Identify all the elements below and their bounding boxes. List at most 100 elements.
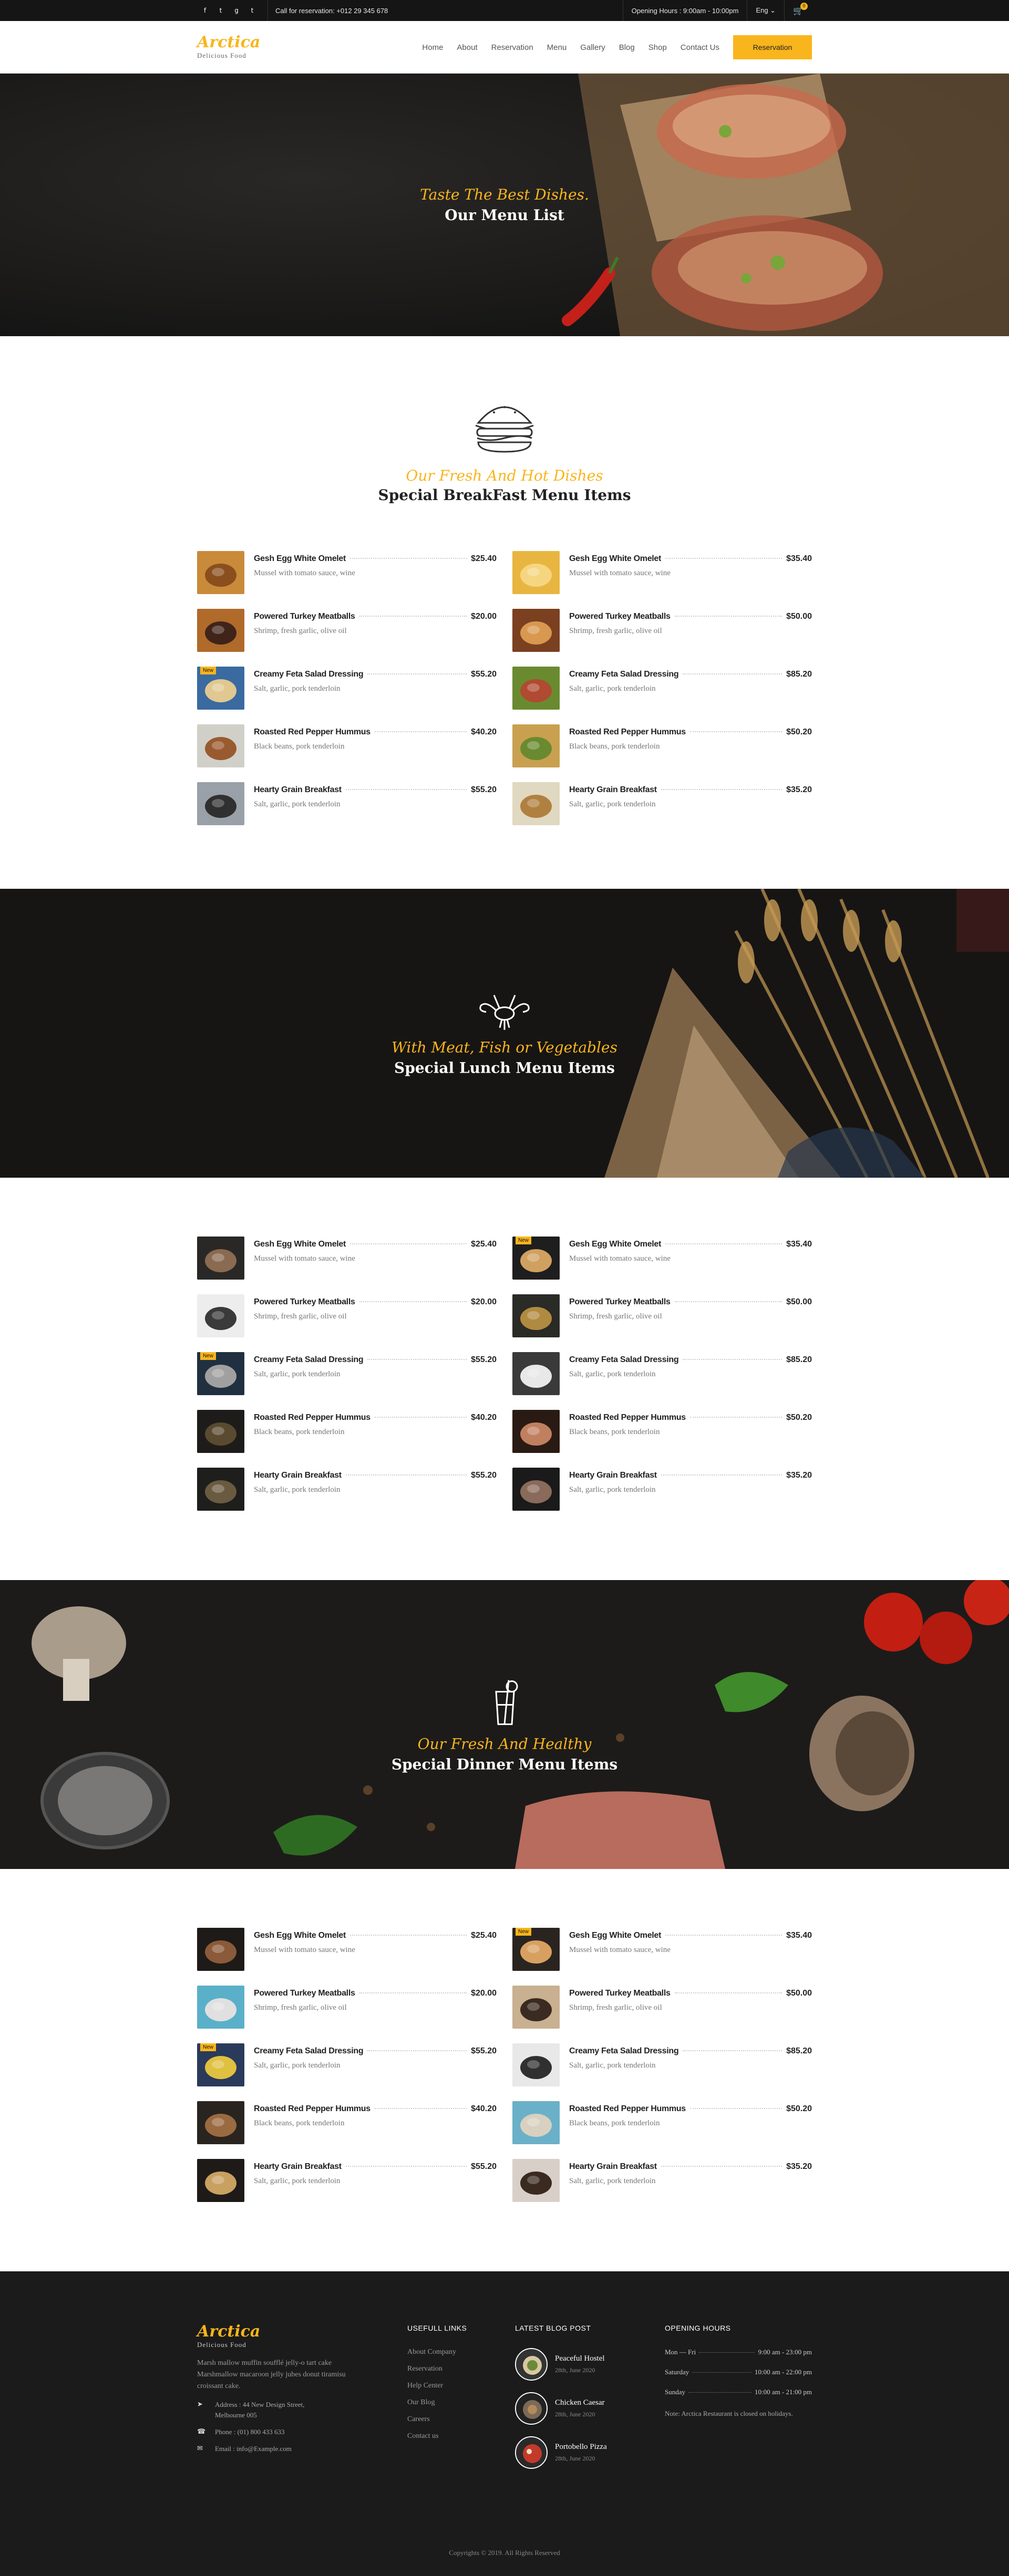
menu-item[interactable]: Roasted Red Pepper Hummus $40.20 Black bea… xyxy=(197,724,497,773)
social-links: f t g t xyxy=(197,0,260,21)
menu-item[interactable]: Hearty Grain Breakfast $55.20 Salt, garlic… xyxy=(197,1468,497,1516)
nav-home[interactable]: Home xyxy=(422,43,443,52)
leader-dots xyxy=(665,1243,783,1244)
menu-item[interactable]: Hearty Grain Breakfast $35.20 Salt, garlic… xyxy=(512,1468,812,1516)
footer-link-about[interactable]: About Company xyxy=(407,2348,515,2356)
menu-item-description: Black beans, pork tenderloin xyxy=(254,2119,345,2127)
menu-item[interactable]: New Gesh Egg White Omelet $35.40 Mussel wit… xyxy=(512,1928,812,1976)
menu-item[interactable]: Powered Turkey Meatballs $50.00 Shrimp, fr… xyxy=(512,609,812,657)
leader-dots xyxy=(359,616,467,617)
menu-item[interactable]: Powered Turkey Meatballs $50.00 Shrimp, fr… xyxy=(512,1294,812,1343)
closed-note: Note: Arctica Restaurant is closed on ho… xyxy=(665,2409,793,2417)
menu-item-price: $40.20 xyxy=(471,1413,497,1422)
menu-item[interactable]: Gesh Egg White Omelet $35.40 Mussel with t… xyxy=(512,551,812,599)
menu-item[interactable]: New Creamy Feta Salad Dressing $55.20 Salt,… xyxy=(197,2043,497,2092)
logo-tagline: Delicious Food xyxy=(197,51,246,59)
leader-dots xyxy=(661,1474,783,1476)
menu-item[interactable]: Roasted Red Pepper Hummus $50.20 Black bea… xyxy=(512,724,812,773)
menu-item-price: $50.00 xyxy=(786,612,812,621)
menu-item[interactable]: Powered Turkey Meatballs $20.00 Shrimp, fr… xyxy=(197,1986,497,2034)
nav-shop[interactable]: Shop xyxy=(648,43,667,52)
new-badge: New xyxy=(200,2043,217,2051)
cart-icon[interactable]: 🛒 0 xyxy=(793,2,808,16)
site-logo[interactable]: Arctica Delicious Food xyxy=(197,35,260,60)
reservation-button[interactable]: Reservation xyxy=(733,35,812,59)
nav-about[interactable]: About xyxy=(457,43,477,52)
menu-item[interactable]: Powered Turkey Meatballs $50.00 Shrimp, fr… xyxy=(512,1986,812,2034)
dinner-menu-list: Gesh Egg White Omelet $25.40 Mussel with t… xyxy=(197,1869,812,2207)
menu-item[interactable]: Creamy Feta Salad Dressing $85.20 Salt, ga… xyxy=(512,2043,812,2092)
tumblr-icon[interactable]: t xyxy=(244,7,260,14)
lunch-title: Special Lunch Menu Items xyxy=(394,1059,615,1077)
blog-post[interactable]: Peaceful Hostel 28th, June 2020 xyxy=(515,2348,665,2381)
menu-item-description: Black beans, pork tenderloin xyxy=(569,2119,660,2127)
leader-dots xyxy=(674,1301,783,1302)
menu-item[interactable]: Hearty Grain Breakfast $35.20 Salt, garlic… xyxy=(512,2159,812,2207)
blog-post-image xyxy=(515,2436,548,2469)
facebook-icon[interactable]: f xyxy=(197,7,213,14)
menu-item-photo xyxy=(197,1928,244,1971)
lunch-menu-list: Gesh Egg White Omelet $25.40 Mussel with t… xyxy=(197,1178,812,1516)
dinner-title: Special Dinner Menu Items xyxy=(391,1756,618,1773)
menu-item[interactable]: Creamy Feta Salad Dressing $85.20 Salt, ga… xyxy=(512,1352,812,1400)
footer-link-careers[interactable]: Careers xyxy=(407,2415,515,2424)
dinner-section: Gesh Egg White Omelet $25.40 Mussel with t… xyxy=(0,1869,1009,2271)
menu-item[interactable]: Gesh Egg White Omelet $25.40 Mussel with t… xyxy=(197,551,497,599)
menu-item-photo xyxy=(197,724,244,767)
footer-email[interactable]: ✉ Email : info@Example.com xyxy=(197,2444,407,2454)
menu-item-description: Black beans, pork tenderloin xyxy=(254,1428,345,1436)
menu-item[interactable]: Creamy Feta Salad Dressing $85.20 Salt, ga… xyxy=(512,667,812,715)
menu-item[interactable]: Hearty Grain Breakfast $55.20 Salt, garlic… xyxy=(197,2159,497,2207)
menu-item[interactable]: Roasted Red Pepper Hummus $40.20 Black bea… xyxy=(197,2101,497,2149)
menu-item[interactable]: Powered Turkey Meatballs $20.00 Shrimp, fr… xyxy=(197,1294,497,1343)
menu-item[interactable]: New Creamy Feta Salad Dressing $55.20 Salt,… xyxy=(197,667,497,715)
menu-item-name: Roasted Red Pepper Hummus xyxy=(254,1413,370,1422)
nav-blog[interactable]: Blog xyxy=(619,43,635,52)
top-bar: f t g t Call for reservation: +012 29 34… xyxy=(0,0,1009,21)
menu-item[interactable]: Gesh Egg White Omelet $25.40 Mussel with t… xyxy=(197,1237,497,1285)
footer-link-blog[interactable]: Our Blog xyxy=(407,2398,515,2407)
menu-item-description: Salt, garlic, pork tenderloin xyxy=(254,2177,341,2185)
hero-tagline: Taste The Best Dishes. xyxy=(420,186,589,203)
menu-item-price: $50.00 xyxy=(786,1989,812,1998)
blog-post[interactable]: Chicken Caesar 28th, June 2020 xyxy=(515,2392,665,2425)
menu-item-photo: New xyxy=(512,1928,560,1971)
tripadvisor-icon[interactable]: g xyxy=(229,7,244,14)
menu-item[interactable]: New Creamy Feta Salad Dressing $55.20 Salt,… xyxy=(197,1352,497,1400)
menu-item[interactable]: Hearty Grain Breakfast $35.20 Salt, garlic… xyxy=(512,782,812,830)
menu-item[interactable]: Roasted Red Pepper Hummus $40.20 Black bea… xyxy=(197,1410,497,1458)
menu-item-description: Shrimp, fresh garlic, olive oil xyxy=(254,2003,347,2012)
nav-reservation[interactable]: Reservation xyxy=(491,43,533,52)
leader-dots xyxy=(350,1243,467,1244)
menu-item[interactable]: Gesh Egg White Omelet $25.40 Mussel with t… xyxy=(197,1928,497,1976)
breakfast-tagline: Our Fresh And Hot Dishes xyxy=(406,467,603,484)
menu-item[interactable]: New Gesh Egg White Omelet $35.40 Mussel wit… xyxy=(512,1237,812,1285)
menu-item-name: Gesh Egg White Omelet xyxy=(254,554,346,563)
menu-item-name: Roasted Red Pepper Hummus xyxy=(569,2104,686,2113)
menu-item-description: Mussel with tomato sauce, wine xyxy=(254,1946,355,1954)
menu-item-photo xyxy=(512,1986,560,2029)
footer-logo-name[interactable]: Arctica xyxy=(197,2324,407,2340)
footer-about-text: Marsh mallow muffin soufflé jelly-o tart… xyxy=(197,2359,346,2390)
blog-post[interactable]: Portobello Pizza 28th, June 2020 xyxy=(515,2436,665,2469)
twitter-icon[interactable]: t xyxy=(213,7,229,14)
menu-item[interactable]: Roasted Red Pepper Hummus $50.20 Black bea… xyxy=(512,2101,812,2149)
menu-item-price: $55.20 xyxy=(471,1471,497,1480)
site-footer: Arctica Delicious Food Marsh mallow muff… xyxy=(0,2271,1009,2576)
language-select[interactable]: Eng ⌄ xyxy=(747,0,784,21)
menu-item[interactable]: Hearty Grain Breakfast $55.20 Salt, garlic… xyxy=(197,782,497,830)
menu-item[interactable]: Roasted Red Pepper Hummus $50.20 Black bea… xyxy=(512,1410,812,1458)
footer-link-reservation[interactable]: Reservation xyxy=(407,2365,515,2373)
menu-item[interactable]: Powered Turkey Meatballs $20.00 Shrimp, fr… xyxy=(197,609,497,657)
footer-link-help[interactable]: Help Center xyxy=(407,2382,515,2390)
menu-item-photo xyxy=(197,782,244,825)
nav-contact[interactable]: Contact Us xyxy=(681,43,719,52)
nav-menu[interactable]: Menu xyxy=(547,43,567,52)
footer-phone: ☎ Phone : (01) 800 433 633 xyxy=(197,2427,407,2437)
leader-dots xyxy=(345,1474,467,1476)
menu-item-photo xyxy=(197,551,244,594)
menu-item-price: $55.20 xyxy=(471,670,497,679)
nav-gallery[interactable]: Gallery xyxy=(580,43,605,52)
menu-item-description: Shrimp, fresh garlic, olive oil xyxy=(569,1312,662,1321)
footer-link-contact[interactable]: Contact us xyxy=(407,2432,515,2440)
